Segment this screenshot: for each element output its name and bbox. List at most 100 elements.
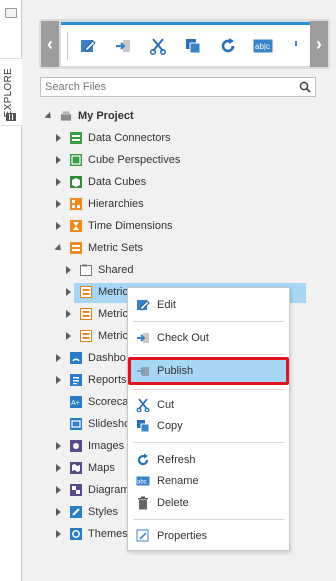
scorecard-icon: A+ [70,396,82,408]
tree-item-scorecards[interactable]: A+ Scorecar [70,391,132,413]
tree-item-time-dimensions[interactable]: Time Dimensions [54,215,173,237]
more-icon[interactable] [287,35,309,57]
slideshow-icon [70,418,82,430]
toolbar-next-button[interactable]: › [310,21,328,67]
menu-item-cut[interactable]: Cut [128,394,289,416]
window-icon[interactable] [5,8,17,18]
menu-item-label: Refresh [157,454,196,466]
search-input[interactable] [41,78,295,96]
expand-arrow-icon[interactable] [54,134,63,143]
expand-arrow-icon[interactable] [54,200,63,209]
tree-item-themes[interactable]: Themes [54,523,128,545]
tree-item-metric-sets[interactable]: Metric Sets [53,237,144,259]
expand-arrow-icon[interactable] [54,442,63,451]
expand-arrow-icon[interactable] [64,266,73,275]
expand-arrow-icon[interactable] [64,310,73,319]
tree-item-label: Styles [88,506,118,518]
expand-arrow-icon[interactable] [54,376,63,385]
menu-item-copy[interactable]: Copy [128,415,289,437]
rename-icon[interactable]: ab|c [252,35,274,57]
menu-item-edit[interactable]: Edit [128,294,289,316]
context-menu: Edit Check Out Publish Cut Copy Refresh … [127,287,290,551]
tree-item-metric-3[interactable]: Metric [64,325,128,347]
metric-icon [80,330,92,342]
tree-item-label: Metric Sets [88,242,144,254]
tree-item-label: Metric [98,308,128,320]
tree-root-label: My Project [78,110,134,122]
menu-item-check-out[interactable]: Check Out [128,327,289,349]
tree-item-label: Data Connectors [88,132,171,144]
left-rail: EXPLORE [0,0,22,581]
tree-item-label: Scorecar [88,396,133,408]
collapse-arrow-icon[interactable] [53,243,64,253]
copy-icon[interactable] [182,35,204,57]
menu-item-label: Delete [157,497,189,509]
tree-item-label: Reports [88,374,127,386]
tree-item-label: Images [88,440,125,452]
expand-arrow-icon[interactable] [54,222,63,231]
collapse-arrow-icon[interactable] [43,111,54,121]
tree-item-diagrams[interactable]: Diagram [54,479,130,501]
folder-icon [80,264,92,276]
tree-root[interactable]: My Project [43,105,134,127]
expand-arrow-icon[interactable] [54,486,63,495]
menu-separator [133,354,284,355]
tree-item-label: Cube Perspectives [88,154,181,166]
cut-icon [136,398,150,412]
refresh-icon[interactable] [217,35,239,57]
expand-arrow-icon[interactable] [54,508,63,517]
search-box [40,77,316,97]
dashboard-icon [70,352,82,364]
data-cube-icon [70,176,82,188]
trash-icon [136,496,150,510]
expand-arrow-icon[interactable] [54,354,63,363]
tree-item-label: Shared [98,264,134,276]
search-icon[interactable] [295,78,315,96]
explore-panel: ‹ ab|c › Search Files My Project Data Co… [22,0,336,581]
menu-item-properties[interactable]: Properties [128,525,289,547]
cut-icon[interactable] [147,35,169,57]
svg-text:A+: A+ [71,400,80,407]
data-connector-icon [70,132,82,144]
expand-arrow-icon[interactable] [54,156,63,165]
tree-item-metric-1[interactable]: Metric [64,281,128,303]
expand-arrow-icon[interactable] [64,332,73,341]
cube-perspective-icon [70,154,82,166]
tree-item-styles[interactable]: Styles [54,501,118,523]
tree-item-data-cubes[interactable]: Data Cubes [54,171,146,193]
expand-arrow-icon[interactable] [64,288,73,297]
metric-icon [80,286,92,298]
tree-item-label: Metric [98,286,128,298]
refresh-icon [136,453,150,467]
properties-icon [136,529,150,543]
edit-icon [136,298,150,312]
tree-item-reports[interactable]: Reports [54,369,127,391]
menu-item-label: Edit [157,299,176,311]
menu-item-label: Check Out [157,332,209,344]
menu-separator [133,389,284,390]
expand-arrow-icon[interactable] [54,530,63,539]
move-icon[interactable] [112,35,134,57]
style-icon [70,506,82,518]
menu-item-label: Properties [157,530,208,542]
tree-item-cube-perspectives[interactable]: Cube Perspectives [54,149,180,171]
tree-item-label: Hierarchies [88,198,144,210]
tree-item-data-connectors[interactable]: Data Connectors [54,127,171,149]
tree-item-metric-2[interactable]: Metric [64,303,128,325]
tree-item-slideshows[interactable]: Slidesho [70,413,130,435]
edit-icon[interactable] [77,35,99,57]
tree-item-images[interactable]: Images [54,435,124,457]
toolbar-prev-button[interactable]: ‹ [41,21,59,67]
tree-item-hierarchies[interactable]: Hierarchies [54,193,144,215]
tree-item-dashboards[interactable]: Dashbo [54,347,126,369]
tree-item-label: Data Cubes [88,176,147,188]
expand-arrow-icon[interactable] [54,178,63,187]
tree-item-shared[interactable]: Shared [64,259,133,281]
project-icon [60,110,72,122]
expand-arrow-icon[interactable] [54,464,63,473]
grid-icon[interactable] [6,113,16,121]
menu-item-refresh[interactable]: Refresh [128,449,289,471]
tree-item-maps[interactable]: Maps [54,457,115,479]
menu-item-delete[interactable]: Delete [128,492,289,514]
menu-item-rename[interactable]: abc Rename [128,470,289,492]
